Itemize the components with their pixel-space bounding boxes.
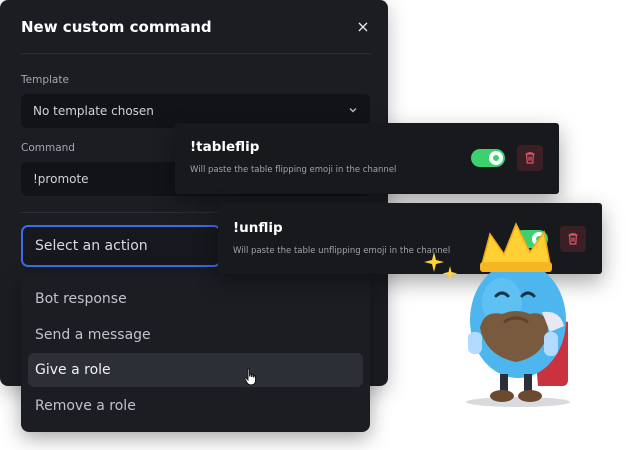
command-card-tableflip: !tableflip Will paste the table flipping… (175, 123, 559, 194)
command-description: Will paste the table unflipping emoji in… (233, 246, 451, 256)
delete-button[interactable] (517, 145, 543, 171)
option-send-message[interactable]: Send a message (28, 318, 363, 352)
action-select[interactable]: Select an action (21, 225, 221, 267)
divider (21, 53, 371, 54)
command-label: Command (21, 142, 75, 154)
option-give-role[interactable]: Give a role (28, 353, 363, 387)
option-bot-response[interactable]: Bot response (28, 282, 363, 316)
modal-title: New custom command (21, 18, 212, 36)
option-remove-role[interactable]: Remove a role (28, 389, 363, 423)
hand-cursor-icon (244, 368, 258, 390)
command-name: !unflip (233, 220, 283, 236)
template-label: Template (21, 74, 69, 86)
king-mascot-illustration (420, 222, 590, 416)
command-description: Will paste the table flipping emoji in t… (190, 165, 397, 175)
template-select-value: No template chosen (33, 104, 154, 118)
trash-icon (525, 152, 535, 164)
command-name: !tableflip (190, 139, 260, 155)
enable-toggle[interactable] (471, 149, 505, 167)
close-button[interactable]: × (354, 18, 372, 36)
action-options-menu: Bot response Send a message Give a role … (21, 275, 370, 432)
